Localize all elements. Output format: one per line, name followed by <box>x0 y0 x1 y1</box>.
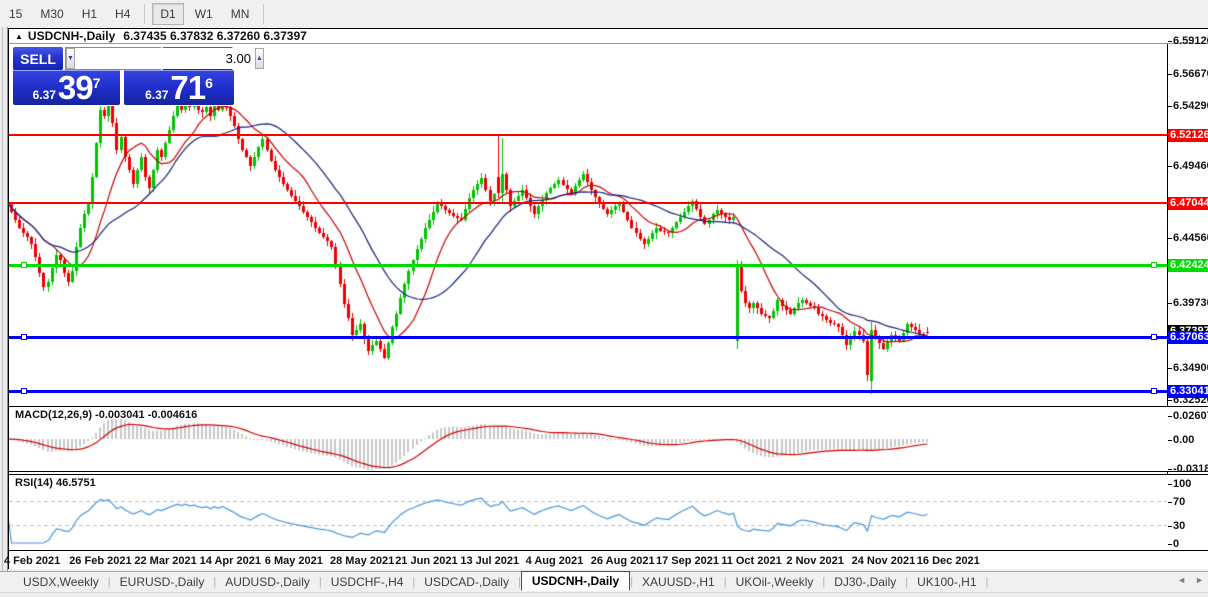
date-axis-label: 6 May 2021 <box>264 555 323 567</box>
date-axis-label: 24 Nov 2021 <box>851 555 916 567</box>
line-handle[interactable] <box>1151 388 1157 394</box>
line-handle[interactable] <box>1151 262 1157 268</box>
chart-tab-ukoil-weekly[interactable]: UKOil-,Weekly <box>727 573 823 591</box>
tab-scroll-nav: ◄ ► <box>1177 575 1204 585</box>
price-line-tag: 6.37063 <box>1168 331 1208 344</box>
chart-ohlc-values: 6.37435 6.37832 6.37260 6.37397 <box>123 29 307 43</box>
one-click-trade-panel: SELL ▼ ▲ BUY 6.37 39 7 6.37 71 6 <box>12 46 264 106</box>
rsi-canvas[interactable] <box>9 475 1167 550</box>
chart-window: ▲ USDCNH-,Daily 6.37435 6.37832 6.37260 … <box>4 28 1208 569</box>
buy-price-pips: 71 <box>170 69 206 106</box>
date-axis-label: 28 May 2021 <box>330 555 395 567</box>
date-axis-label: 2 Nov 2021 <box>786 555 844 567</box>
rsi-axis-label: 30 <box>1168 520 1208 532</box>
timeframe-button-15[interactable]: 15 <box>2 4 29 24</box>
timeframe-button-D1[interactable]: D1 <box>152 2 184 25</box>
date-axis-label: 4 Feb 2021 <box>4 555 61 567</box>
date-axis-label: 13 Jul 2021 <box>460 555 520 567</box>
line-handle[interactable] <box>21 388 27 394</box>
volume-input[interactable] <box>74 48 255 69</box>
date-axis-label: 22 Mar 2021 <box>134 555 197 567</box>
date-axis-label: 17 Sep 2021 <box>656 555 719 567</box>
price-axis-label: 6.34900 <box>1168 362 1208 374</box>
price-line-tag: 6.33041 <box>1168 385 1208 398</box>
sell-price-display[interactable]: 6.37 39 7 <box>13 70 120 105</box>
date-axis-label: 16 Dec 2021 <box>916 555 980 567</box>
tab-scroll-left-icon[interactable]: ◄ <box>1177 575 1186 585</box>
chart-tab-usdcad-daily[interactable]: USDCAD-,Daily <box>415 573 518 591</box>
price-axis-label: 6.44560 <box>1168 232 1208 244</box>
date-axis: 4 Feb 2021 26 Feb 2021 22 Mar 2021 14 Apr 2… <box>4 551 1208 569</box>
date-axis-label: 11 Oct 2021 <box>721 555 782 567</box>
chart-tab-bar: USDX,Weekly | EURUSD-,Daily | AUDUSD-,Daily |… <box>0 571 1208 592</box>
price-axis-label: 6.39730 <box>1168 297 1208 309</box>
buy-price-point: 6 <box>205 75 213 91</box>
rsi-label: RSI(14) 46.5751 <box>15 477 96 489</box>
macd-panel[interactable]: MACD(12,26,9) -0.003041 -0.004616 0.0260… <box>9 406 1208 475</box>
timeframe-button-W1[interactable]: W1 <box>188 4 220 24</box>
tab-separator: | <box>985 576 989 588</box>
horizontal-line-6.52126[interactable] <box>9 134 1167 136</box>
window-left-gutter <box>0 27 8 597</box>
horizontal-line-6.37063[interactable] <box>9 336 1167 339</box>
rsi-panel[interactable]: RSI(14) 46.5751 100 70 30 0 <box>9 474 1208 551</box>
rsi-axis-label: 100 <box>1168 478 1208 490</box>
collapse-panel-icon[interactable]: ▲ <box>15 32 23 41</box>
sell-button[interactable]: SELL <box>13 47 63 70</box>
timeframe-button-MN[interactable]: MN <box>224 4 257 24</box>
chart-symbol-title: USDCNH-,Daily <box>27 29 116 43</box>
macd-axis-label: 0.00 <box>1168 434 1208 446</box>
horizontal-line-6.42424[interactable] <box>9 264 1167 267</box>
chart-tab-audusd-daily[interactable]: AUDUSD-,Daily <box>216 573 319 591</box>
line-handle[interactable] <box>21 262 27 268</box>
chart-tab-usdchf-h4[interactable]: USDCHF-,H4 <box>322 573 413 591</box>
rsi-axis-label: 70 <box>1168 496 1208 508</box>
price-axis-label: 6.56670 <box>1168 68 1208 80</box>
date-axis-label: 26 Feb 2021 <box>69 555 132 567</box>
timeframe-button-M30[interactable]: M30 <box>33 4 70 24</box>
chart-tab-xauusd-h1[interactable]: XAUUSD-,H1 <box>633 573 724 591</box>
price-line-tag: 6.52126 <box>1168 129 1208 142</box>
sell-price-point: 7 <box>92 75 101 91</box>
rsi-axis-label: 0 <box>1168 538 1208 550</box>
chart-tab-usdx-weekly[interactable]: USDX,Weekly <box>14 573 108 591</box>
buy-price-prefix: 6.37 <box>145 88 169 102</box>
status-bar <box>0 592 1208 597</box>
price-axis-label: 6.59120 <box>1168 35 1208 47</box>
volume-spinner: ▼ ▲ <box>65 47 264 70</box>
date-axis-label: 4 Aug 2021 <box>525 555 584 567</box>
timeframe-toolbar: 15 M30 H1 H4 D1 W1 MN <box>0 0 1208 27</box>
price-line-tag: 6.42424 <box>1168 259 1208 272</box>
horizontal-line-6.33041[interactable] <box>9 390 1167 393</box>
volume-decrease-button[interactable]: ▼ <box>66 48 75 69</box>
timeframe-button-H4[interactable]: H4 <box>108 4 137 24</box>
horizontal-line-6.47044[interactable] <box>9 202 1167 204</box>
tab-scroll-right-icon[interactable]: ► <box>1195 575 1204 585</box>
terminal-screen: 15 M30 H1 H4 D1 W1 MN ▲ USDCNH-,Daily 6.37435 … <box>0 0 1208 597</box>
line-handle[interactable] <box>1151 334 1157 340</box>
timeframe-button-H1[interactable]: H1 <box>75 4 104 24</box>
price-axis-label: 6.54290 <box>1168 100 1208 112</box>
chart-tab-usdcnh-daily[interactable]: USDCNH-,Daily <box>520 571 631 591</box>
price-line-tag: 6.47044 <box>1168 197 1208 210</box>
sell-price-pips: 39 <box>57 69 94 106</box>
macd-axis-label: 0.02607 <box>1168 410 1208 422</box>
line-handle[interactable] <box>21 334 27 340</box>
date-axis-label: 14 Apr 2021 <box>199 555 261 567</box>
buy-price-display[interactable]: 6.37 71 6 <box>124 70 234 105</box>
date-axis-label: 26 Aug 2021 <box>590 555 655 567</box>
chart-tab-uk100-h1[interactable]: UK100-,H1 <box>908 573 985 591</box>
chart-tab-dj30-daily[interactable]: DJ30-,Daily <box>825 573 905 591</box>
chart-tab-eurusd-daily[interactable]: EURUSD-,Daily <box>111 573 214 591</box>
macd-label: MACD(12,26,9) -0.003041 -0.004616 <box>15 409 198 421</box>
chart-title-row: ▲ USDCNH-,Daily 6.37435 6.37832 6.37260 … <box>9 29 1208 44</box>
price-axis-label: 6.49460 <box>1168 160 1208 172</box>
date-axis-label: 21 Jun 2021 <box>395 555 458 567</box>
volume-increase-button[interactable]: ▲ <box>254 48 264 69</box>
sell-price-prefix: 6.37 <box>32 88 56 102</box>
